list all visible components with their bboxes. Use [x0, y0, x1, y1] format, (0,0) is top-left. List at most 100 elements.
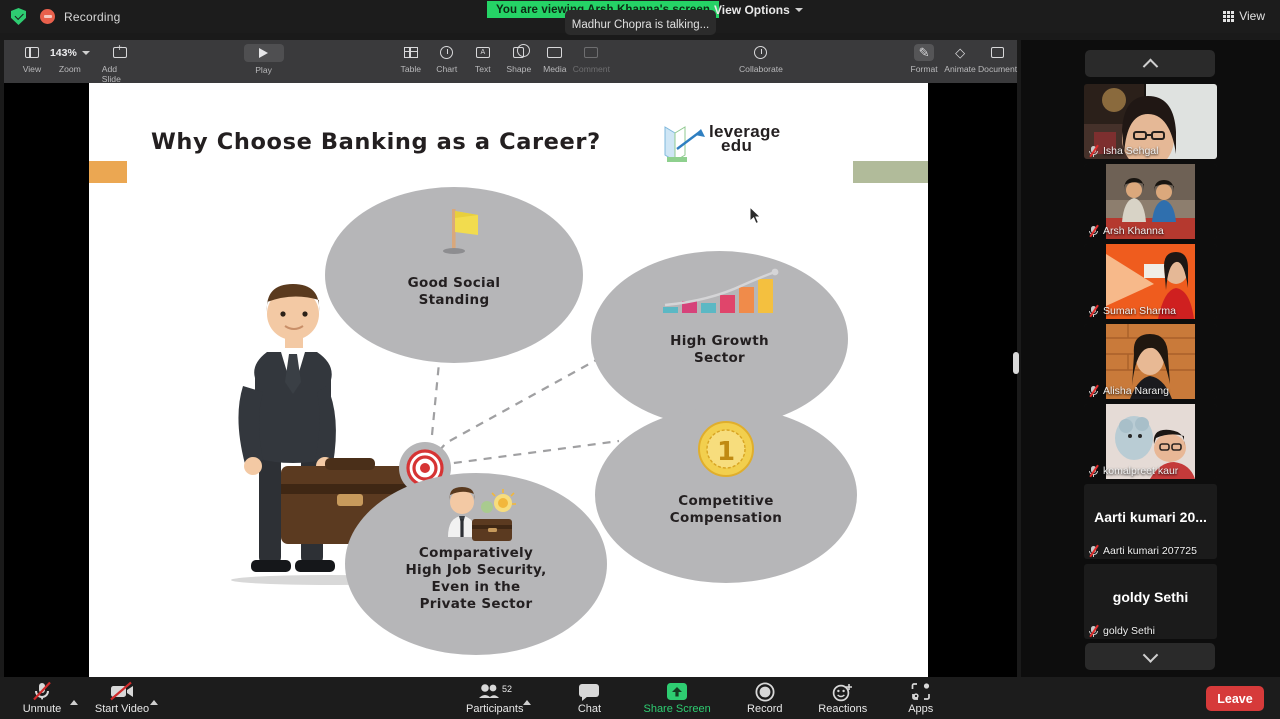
- reactions-button[interactable]: Reactions: [815, 677, 871, 719]
- toolbar-format-label: Format: [910, 64, 938, 74]
- shape-icon: [509, 44, 531, 61]
- node-label-line1: Good Social: [407, 275, 501, 291]
- gold-medal-icon: 1: [698, 421, 754, 477]
- record-icon: [755, 681, 775, 702]
- participant-tile-suman-sharma[interactable]: Suman Sharma: [1084, 244, 1217, 319]
- toolbar-shape-button[interactable]: Shape: [501, 40, 537, 74]
- reactions-icon: [832, 681, 854, 702]
- participant-name: Alisha Narang: [1103, 385, 1169, 397]
- participant-thumbnail-strip: Isha Sehgal Arsh Khanna Suman Sharma Ali…: [1021, 40, 1280, 677]
- participant-tile-isha-sehgal[interactable]: Isha Sehgal: [1084, 84, 1217, 159]
- logo-wordmark: leverage edu: [709, 123, 780, 155]
- bar-chart-icon: [662, 268, 778, 313]
- toolbar-zoom-label: Zoom: [58, 64, 81, 74]
- zoom-meeting-window: Recording You are viewing Arsh Khanna's …: [0, 0, 1280, 719]
- slide-title: Why Choose Banking as a Career?: [151, 129, 601, 155]
- unmute-button[interactable]: Unmute: [14, 677, 70, 719]
- add-slide-icon: [110, 44, 130, 61]
- mouse-cursor: [750, 207, 762, 225]
- participant-tile-aarti-kumari[interactable]: Aarti kumari 20... Aarti kumari 207725: [1084, 484, 1217, 559]
- scroll-up-button[interactable]: [1085, 50, 1215, 77]
- toolbar-animate-button[interactable]: ◇ Animate: [942, 40, 978, 74]
- logo-line2: edu: [721, 136, 753, 155]
- toolbar-zoom-control[interactable]: 143% Zoom: [50, 40, 90, 74]
- mic-muted-icon: [1088, 624, 1099, 638]
- participant-nameplate: goldy Sethi: [1084, 623, 1217, 639]
- slide-node-high-job-security: Comparatively High Job Security, Even in…: [345, 473, 607, 655]
- recording-indicator-icon[interactable]: [40, 9, 55, 24]
- zoom-value-box[interactable]: 143%: [50, 44, 90, 61]
- active-speaker-pill: Madhur Chopra is talking...: [565, 10, 716, 35]
- apps-button[interactable]: Apps: [893, 677, 949, 719]
- toolbar-media-button[interactable]: Media: [537, 40, 573, 74]
- participant-tile-goldy-sethi[interactable]: goldy Sethi goldy Sethi: [1084, 564, 1217, 639]
- share-screen-icon: [666, 681, 688, 702]
- participant-name: Isha Sehgal: [1103, 145, 1159, 157]
- mic-muted-icon: [1088, 224, 1099, 238]
- toolbar-document-button[interactable]: Document: [978, 40, 1017, 74]
- toolbar-format-button[interactable]: ✎ Format: [906, 40, 942, 74]
- toolbar-document-label: Document: [977, 64, 1018, 74]
- share-screen-button[interactable]: Share Screen: [643, 677, 711, 719]
- participants-icon: 52: [478, 681, 512, 702]
- participant-tile-arsh-khanna[interactable]: Arsh Khanna: [1084, 164, 1217, 239]
- leave-meeting-button[interactable]: Leave: [1206, 686, 1264, 711]
- node-label-line4: Private Sector: [419, 596, 533, 612]
- meeting-controls-bar: Unmute Start Video 52 Participants Chat …: [0, 677, 1280, 719]
- toolbar-collaborate-label: Collaborate: [738, 64, 783, 74]
- collaborate-icon: [751, 44, 771, 61]
- apps-icon: [911, 681, 931, 702]
- toolbar-table-label: Table: [400, 64, 422, 74]
- node-label-line1: High Growth: [670, 333, 769, 349]
- participant-name: komalpreet kaur: [1103, 465, 1179, 477]
- participant-nameplate: komalpreet kaur: [1084, 463, 1217, 479]
- security-shield-icon[interactable]: [11, 8, 26, 25]
- chat-label: Chat: [577, 703, 602, 715]
- view-options-dropdown[interactable]: View Options: [708, 1, 809, 18]
- participants-button[interactable]: 52 Participants: [466, 677, 523, 719]
- participant-tile-alisha-narang[interactable]: Alisha Narang: [1084, 324, 1217, 399]
- slide-node-high-growth-sector: High Growth Sector: [591, 251, 848, 427]
- audio-options-chevron[interactable]: [70, 700, 78, 705]
- start-video-button[interactable]: Start Video: [94, 677, 150, 719]
- record-label: Record: [747, 703, 783, 715]
- scroll-down-button[interactable]: [1085, 643, 1215, 670]
- shared-screen-scrollbar[interactable]: [1013, 352, 1019, 374]
- media-icon: [545, 44, 565, 61]
- view-panel-icon: [22, 44, 42, 61]
- toolbar-text-label: Text: [474, 64, 491, 74]
- mic-muted-icon: [1088, 144, 1099, 158]
- keynote-toolbar: View 143% Zoom Add Slide Play Table Char…: [4, 40, 1017, 84]
- toolbar-media-label: Media: [543, 64, 567, 74]
- participant-nameplate: Arsh Khanna: [1084, 223, 1217, 239]
- view-layout-label: View: [1239, 9, 1265, 23]
- mic-muted-icon: [1088, 304, 1099, 318]
- toolbar-text-button[interactable]: A Text: [465, 40, 501, 74]
- view-layout-button[interactable]: View: [1217, 6, 1271, 26]
- toolbar-add-slide-label: Add Slide: [101, 64, 121, 84]
- toolbar-table-button[interactable]: Table: [393, 40, 429, 74]
- zoom-value: 143%: [49, 46, 77, 59]
- format-brush-icon: ✎: [914, 44, 935, 61]
- participant-nameplate: Aarti kumari 207725: [1084, 543, 1217, 559]
- participant-tile-komalpreet-kaur[interactable]: komalpreet kaur: [1084, 404, 1217, 479]
- toolbar-view-button[interactable]: View: [14, 40, 50, 74]
- record-button[interactable]: Record: [737, 677, 793, 719]
- chevron-down-icon: [794, 7, 803, 12]
- accent-bar-orange: [89, 161, 127, 183]
- toolbar-play-button[interactable]: Play: [243, 40, 284, 75]
- document-icon: [988, 44, 1008, 61]
- toolbar-add-slide-button[interactable]: Add Slide: [102, 40, 139, 84]
- toolbar-chart-button[interactable]: Chart: [429, 40, 465, 74]
- video-options-chevron[interactable]: [150, 700, 158, 705]
- toolbar-collaborate-button[interactable]: Collaborate: [739, 40, 783, 74]
- play-icon: [243, 44, 284, 62]
- recording-label: Recording: [64, 9, 121, 24]
- unmute-label: Unmute: [22, 703, 62, 715]
- toolbar-comment-label: Comment: [572, 64, 610, 74]
- grid-view-icon: [1223, 10, 1235, 22]
- participants-options-chevron[interactable]: [523, 700, 532, 705]
- toolbar-chart-label: Chart: [436, 64, 458, 74]
- chat-button[interactable]: Chat: [561, 677, 617, 719]
- chevron-down-icon: [81, 50, 90, 55]
